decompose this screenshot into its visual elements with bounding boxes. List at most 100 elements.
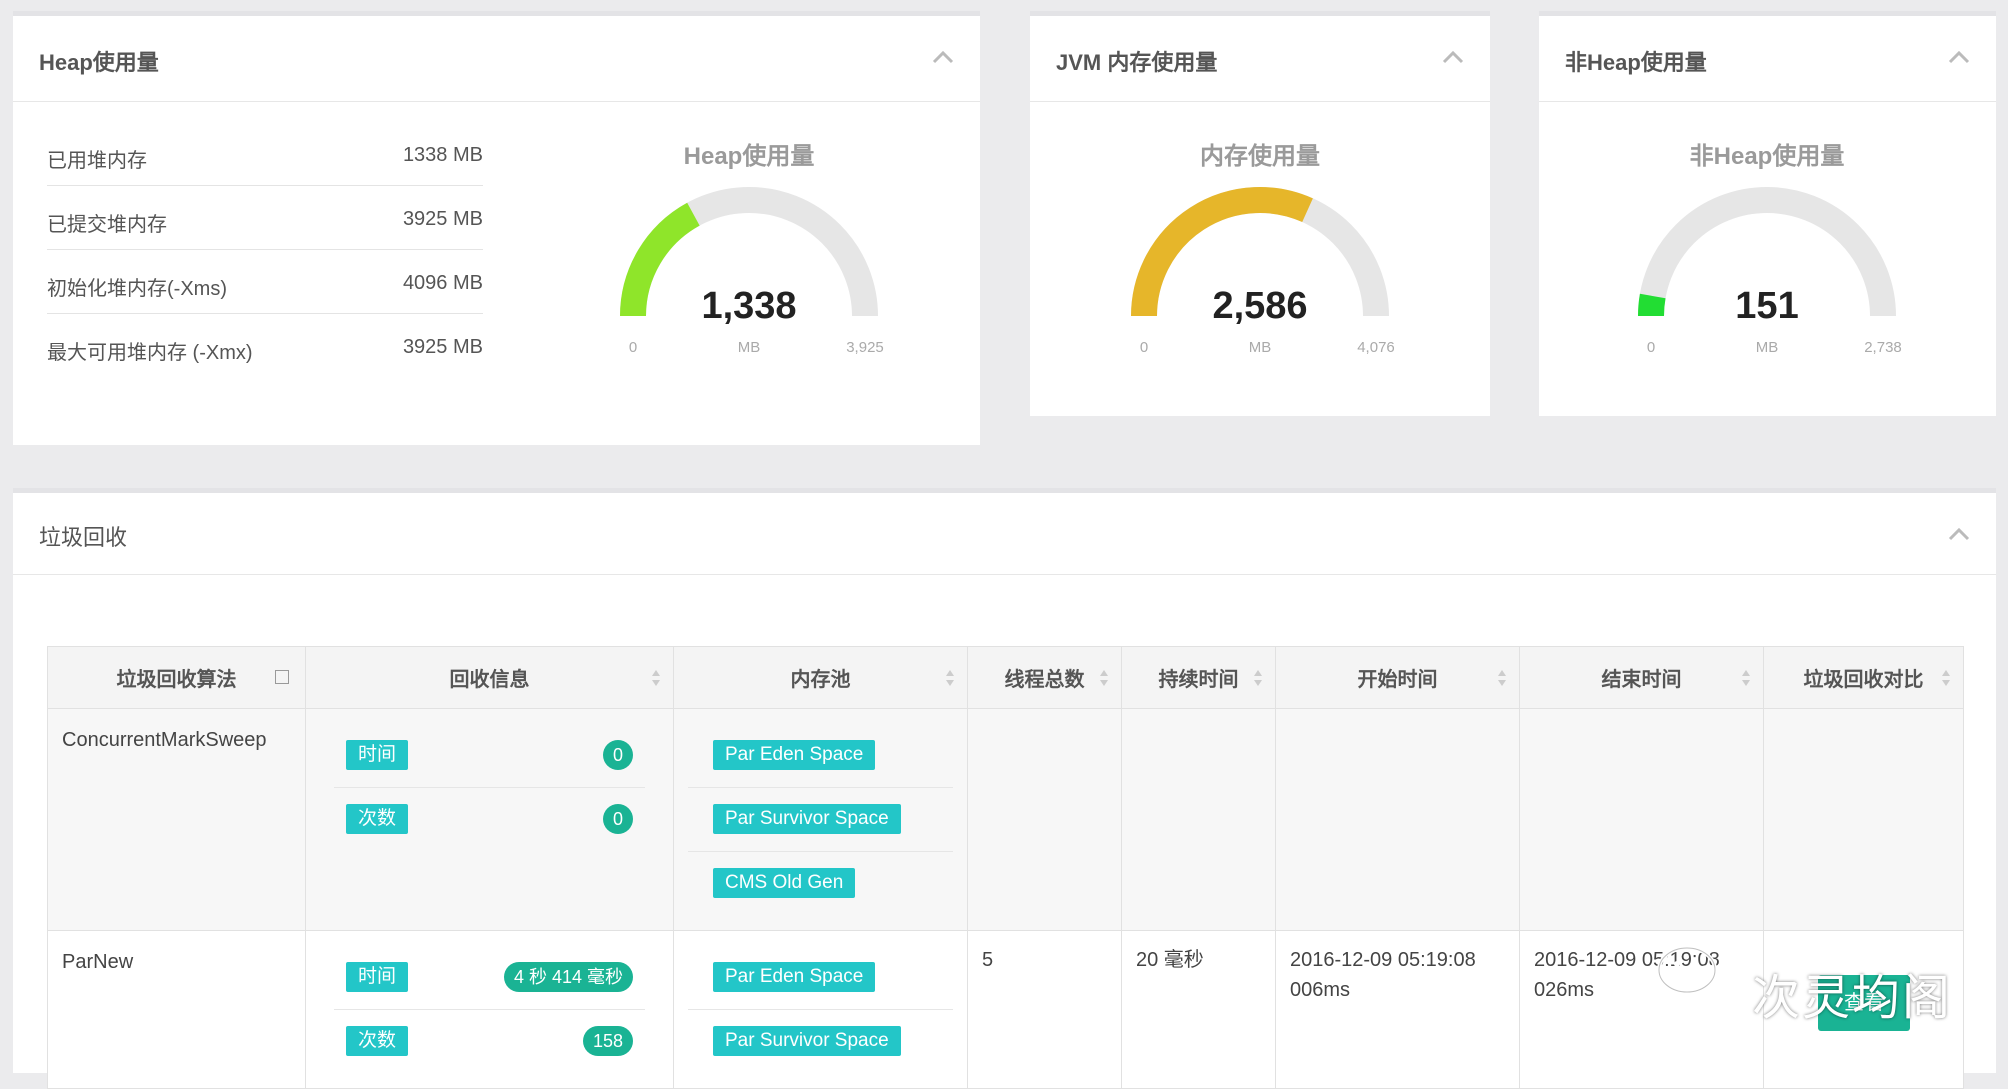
memory-pool-cell: Par Eden Space Par Survivor Space CMS Ol…	[673, 708, 968, 931]
sort-icon[interactable]	[1099, 669, 1109, 687]
panel-header: Heap使用量	[13, 16, 980, 102]
gauge-min-label: 0	[1647, 339, 1655, 356]
wechat-icon	[1657, 946, 1736, 1007]
memory-pool-tag: Par Eden Space	[713, 740, 876, 770]
panel-header: 非Heap使用量	[1539, 16, 1996, 102]
gauge-value: 2,586	[1212, 285, 1307, 327]
gauge-chart: 2,586 MB 0 4,076	[1131, 187, 1395, 356]
divider	[334, 1009, 645, 1010]
gc-info-cell: 时间 4 秒 414 毫秒 次数 158	[305, 930, 674, 1089]
collapse-chevron-icon[interactable]	[932, 50, 954, 64]
gauge-min-label: 0	[1140, 339, 1148, 356]
heap-gauge: Heap使用量 1,338 MB 0 3,925	[579, 136, 919, 386]
memory-pool-cell: Par Eden Space Par Survivor Space	[673, 930, 968, 1089]
sort-icon[interactable]	[945, 669, 955, 687]
memory-pool-tag: Par Survivor Space	[713, 804, 901, 834]
checkbox-icon[interactable]	[275, 670, 289, 684]
gc-count-badge: 158	[582, 1026, 633, 1056]
gc-table: 垃圾回收算法 回收信息 内存池 线程总数 持续时间 开始时间 结束时间 垃圾回收…	[47, 646, 1964, 1089]
init-heap-value: 4096 MB	[402, 272, 483, 294]
column-header-end-time[interactable]: 结束时间	[1519, 646, 1764, 709]
divider	[334, 787, 645, 788]
count-tag: 次数	[346, 1026, 409, 1056]
gauge-title: 内存使用量	[1200, 143, 1320, 170]
table-header-row: 垃圾回收算法 回收信息 内存池 线程总数 持续时间 开始时间 结束时间 垃圾回收…	[47, 646, 1964, 709]
max-heap-label: 最大可用堆内存 (-Xmx)	[47, 342, 253, 364]
start-time-value: 2016-12-09 05:19:08 006ms	[1290, 949, 1476, 1001]
nonheap-gauge: 非Heap使用量 151 MB 0 2,738	[1597, 136, 1937, 386]
threads-cell	[967, 708, 1122, 931]
collapse-chevron-icon[interactable]	[1948, 527, 1970, 541]
duration-cell	[1121, 708, 1276, 931]
column-header-duration[interactable]: 持续时间	[1121, 646, 1276, 709]
max-heap-value: 3925 MB	[402, 336, 483, 358]
algorithm-cell: ParNew	[47, 930, 306, 1089]
start-time-cell: 2016-12-09 05:19:08 006ms	[1275, 930, 1520, 1089]
divider	[688, 787, 953, 788]
column-header-compare[interactable]: 垃圾回收对比	[1763, 646, 1964, 709]
gauge-value-arc	[620, 202, 700, 317]
gauge-unit: MB	[1249, 339, 1272, 356]
column-header-memory-pool[interactable]: 内存池	[673, 646, 968, 709]
divider	[688, 851, 953, 852]
gauge-max-label: 3,925	[846, 339, 884, 356]
gauge-title: 非Heap使用量	[1689, 143, 1845, 170]
used-heap-value: 1338 MB	[402, 144, 483, 166]
duration-value: 20 毫秒	[1136, 949, 1204, 971]
collapse-chevron-icon[interactable]	[1948, 50, 1970, 64]
column-header-threads[interactable]: 线程总数	[967, 646, 1122, 709]
gauge-unit: MB	[738, 339, 761, 356]
count-tag: 次数	[346, 804, 409, 834]
algorithm-name: ParNew	[62, 951, 134, 973]
heap-usage-panel: Heap使用量 已用堆内存 1338 MB 已提交堆内存 3925 MB 初始化…	[13, 11, 980, 445]
panel-title: 垃圾回收	[39, 525, 128, 550]
gauge-max-label: 2,738	[1864, 339, 1902, 356]
committed-heap-value: 3925 MB	[402, 208, 483, 230]
memory-pool-tag: Par Eden Space	[713, 962, 876, 992]
used-heap-row: 已用堆内存 1338 MB	[47, 122, 483, 186]
sort-icon[interactable]	[1497, 669, 1507, 687]
gauge-unit: MB	[1756, 339, 1779, 356]
column-header-algorithm[interactable]: 垃圾回收算法	[47, 646, 306, 709]
gauge-max-label: 4,076	[1357, 339, 1395, 356]
memory-pool-tag: Par Survivor Space	[713, 1026, 901, 1056]
thread-count: 5	[982, 949, 994, 971]
sort-icon[interactable]	[1741, 669, 1751, 687]
gauge-title: Heap使用量	[683, 143, 815, 170]
algorithm-cell: ConcurrentMarkSweep	[47, 708, 306, 931]
end-time-cell	[1519, 708, 1764, 931]
time-count-badge: 0	[602, 740, 633, 770]
column-header-start-time[interactable]: 开始时间	[1275, 646, 1520, 709]
memory-pool-tag: CMS Old Gen	[713, 868, 856, 898]
column-header-info[interactable]: 回收信息	[305, 646, 674, 709]
gc-time-badge: 4 秒 414 毫秒	[503, 962, 633, 992]
jvm-memory-panel: JVM 内存使用量 内存使用量 2,586 MB 0 4,076	[1030, 11, 1490, 416]
time-tag: 时间	[346, 740, 409, 770]
nonheap-usage-panel: 非Heap使用量 非Heap使用量 151 MB 0 2,738	[1539, 11, 1996, 416]
watermark-text: 次灵均阁	[1752, 972, 1953, 1025]
gauge-chart: 1,338 MB 0 3,925	[620, 187, 884, 356]
panel-title: 非Heap使用量	[1565, 50, 1707, 75]
duration-cell: 20 毫秒	[1121, 930, 1276, 1089]
committed-heap-label: 已提交堆内存	[47, 214, 167, 236]
panel-title: JVM 内存使用量	[1056, 50, 1218, 75]
start-time-cell	[1275, 708, 1520, 931]
sort-icon[interactable]	[651, 669, 661, 687]
gc-info-cell: 时间 0 次数 0	[305, 708, 674, 931]
time-tag: 时间	[346, 962, 409, 992]
sort-icon[interactable]	[1253, 669, 1263, 687]
gauge-value: 1,338	[701, 285, 796, 327]
gauge-value-arc	[1638, 293, 1666, 317]
panel-title: Heap使用量	[39, 50, 159, 75]
algorithm-name: ConcurrentMarkSweep	[62, 729, 267, 751]
gauge-value: 151	[1735, 285, 1798, 327]
divider	[688, 1009, 953, 1010]
used-heap-label: 已用堆内存	[47, 150, 147, 172]
panel-header: 垃圾回收	[13, 493, 1996, 575]
collapse-chevron-icon[interactable]	[1442, 50, 1464, 64]
max-heap-row: 最大可用堆内存 (-Xmx) 3925 MB	[47, 314, 483, 378]
init-heap-row: 初始化堆内存(-Xms) 4096 MB	[47, 250, 483, 314]
committed-heap-row: 已提交堆内存 3925 MB	[47, 186, 483, 250]
jvm-memory-gauge: 内存使用量 2,586 MB 0 4,076	[1090, 136, 1430, 386]
sort-icon[interactable]	[1941, 669, 1951, 687]
